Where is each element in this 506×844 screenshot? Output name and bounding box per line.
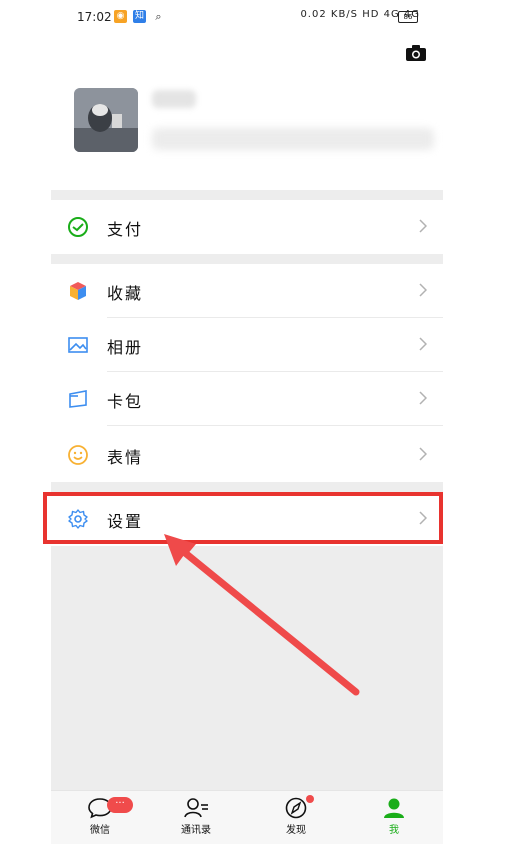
chevron-right-icon xyxy=(419,283,427,297)
contacts-icon xyxy=(184,798,208,818)
menu-item-pay[interactable]: 支付 xyxy=(51,200,443,254)
chevron-right-icon xyxy=(419,337,427,351)
status-bar: 17:02 ◉ 知 ⌕ 0.02 KB/S HD 4G 4G 86 xyxy=(0,0,506,36)
wechat-pay-icon xyxy=(68,217,88,237)
section-gap xyxy=(51,190,443,200)
avatar[interactable] xyxy=(74,88,138,152)
tab-label: 我 xyxy=(389,825,399,836)
menu-item-favorites[interactable]: 收藏 xyxy=(51,264,443,318)
chevron-right-icon xyxy=(419,391,427,405)
tab-chats[interactable]: 微信 ··· xyxy=(65,797,135,843)
menu-item-cards[interactable]: 卡包 xyxy=(51,372,443,426)
bottom-tab-bar: 微信 ··· 通讯录 发现 我 xyxy=(51,790,443,844)
smiley-icon xyxy=(68,445,88,465)
settings-highlight-box xyxy=(43,492,443,544)
tab-label: 微信 xyxy=(90,825,110,836)
profile-id-blurred xyxy=(152,128,434,150)
tab-discover[interactable]: 发现 xyxy=(261,795,331,843)
app-notification-icon: 知 xyxy=(133,10,146,23)
chevron-right-icon xyxy=(419,447,427,461)
row-divider xyxy=(107,425,443,426)
section-gap xyxy=(51,254,443,264)
status-time: 17:02 xyxy=(77,10,112,24)
menu-item-label: 收藏 xyxy=(107,284,144,303)
tab-label: 发现 xyxy=(286,825,306,836)
profile-name-blurred xyxy=(152,90,196,108)
menu-item-album[interactable]: 相册 xyxy=(51,318,443,372)
notification-dot xyxy=(306,795,314,803)
menu-item-label: 支付 xyxy=(107,220,144,239)
compass-icon xyxy=(285,797,307,819)
search-status-icon: ⌕ xyxy=(155,10,162,23)
cube-icon xyxy=(70,282,86,300)
menu-item-label: 表情 xyxy=(107,448,144,467)
person-icon xyxy=(384,798,404,818)
tab-me[interactable]: 我 xyxy=(359,797,429,843)
menu-item-stickers[interactable]: 表情 xyxy=(51,428,443,482)
weibo-icon: ◉ xyxy=(114,10,127,23)
card-icon xyxy=(69,390,87,408)
unread-badge: ··· xyxy=(107,797,133,813)
tab-contacts[interactable]: 通讯录 xyxy=(161,797,231,843)
battery-indicator: 86 xyxy=(398,11,418,23)
empty-area xyxy=(51,546,443,790)
chevron-right-icon xyxy=(419,219,427,233)
tab-label: 通讯录 xyxy=(181,825,211,836)
picture-icon xyxy=(68,337,88,353)
camera-icon[interactable] xyxy=(405,44,427,62)
menu-item-label: 相册 xyxy=(107,338,144,357)
section-gap xyxy=(51,482,443,492)
menu-item-label: 卡包 xyxy=(107,392,144,411)
